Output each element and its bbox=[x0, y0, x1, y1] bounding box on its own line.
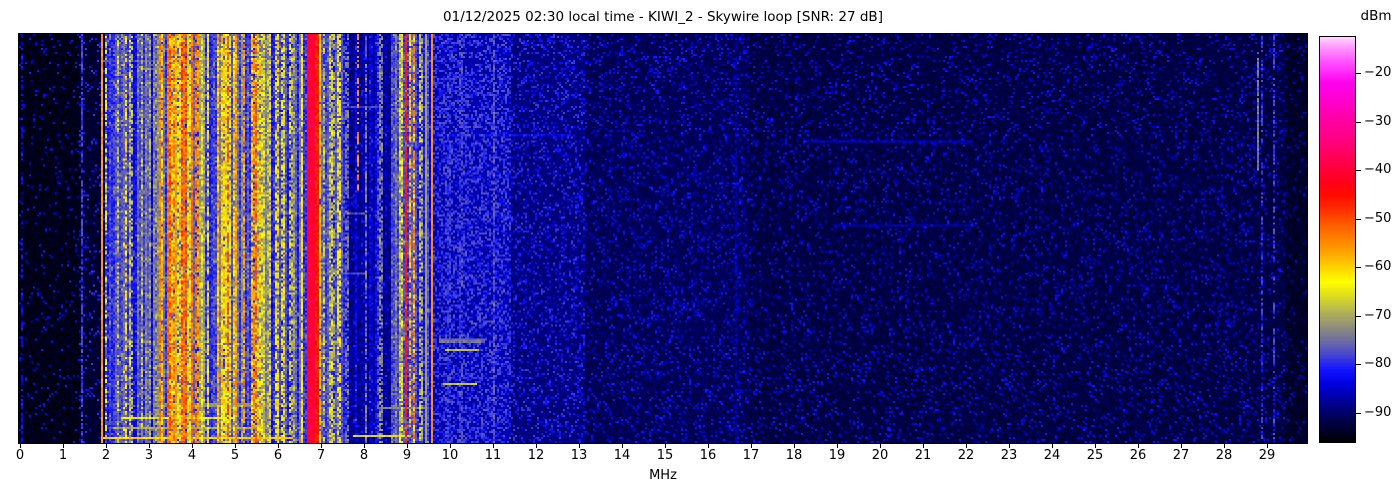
colorbar-tick-mark bbox=[1356, 413, 1361, 414]
colorbar-gradient bbox=[1320, 37, 1355, 442]
x-tick-label: 5 bbox=[231, 448, 239, 463]
colorbar-unit-label: dBm bbox=[1352, 8, 1400, 24]
colorbar-tick-label: −40 bbox=[1364, 162, 1391, 177]
x-tick-label: 24 bbox=[1044, 448, 1061, 463]
x-axis-label: MHz bbox=[19, 468, 1307, 483]
x-tick-label: 17 bbox=[743, 448, 760, 463]
x-tick-label: 22 bbox=[958, 448, 975, 463]
x-tick-label: 28 bbox=[1216, 448, 1233, 463]
x-tick-label: 6 bbox=[274, 448, 282, 463]
x-tick-label: 13 bbox=[571, 448, 588, 463]
colorbar-tick-label: −90 bbox=[1364, 405, 1391, 420]
waterfall-canvas bbox=[19, 34, 1307, 443]
colorbar-tick-label: −20 bbox=[1364, 65, 1391, 80]
x-tick-label: 18 bbox=[786, 448, 803, 463]
colorbar-tick-label: −80 bbox=[1364, 356, 1391, 371]
x-tick-label: 1 bbox=[59, 448, 67, 463]
colorbar-tick-mark bbox=[1356, 267, 1361, 268]
x-tick-label: 8 bbox=[360, 448, 368, 463]
x-tick-label: 2 bbox=[102, 448, 110, 463]
colorbar-tick-label: −70 bbox=[1364, 308, 1391, 323]
colorbar-tick-mark bbox=[1356, 73, 1361, 74]
colorbar bbox=[1319, 36, 1356, 443]
x-tick-label: 4 bbox=[188, 448, 196, 463]
colorbar-tick-label: −60 bbox=[1364, 259, 1391, 274]
x-tick-label: 0 bbox=[16, 448, 24, 463]
x-tick-label: 11 bbox=[485, 448, 502, 463]
colorbar-tick-label: −50 bbox=[1364, 211, 1391, 226]
colorbar-tick-label: −30 bbox=[1364, 114, 1391, 129]
colorbar-tick-mark bbox=[1356, 170, 1361, 171]
x-tick-label: 26 bbox=[1130, 448, 1147, 463]
colorbar-tick-mark bbox=[1356, 316, 1361, 317]
x-tick-label: 12 bbox=[528, 448, 545, 463]
x-tick-label: 16 bbox=[700, 448, 717, 463]
x-tick-label: 21 bbox=[915, 448, 932, 463]
plot-title: 01/12/2025 02:30 local time - KIWI_2 - S… bbox=[19, 9, 1307, 25]
x-tick-label: 10 bbox=[442, 448, 459, 463]
x-tick-label: 23 bbox=[1001, 448, 1018, 463]
x-tick-label: 15 bbox=[657, 448, 674, 463]
x-tick-label: 3 bbox=[145, 448, 153, 463]
x-tick-label: 19 bbox=[829, 448, 846, 463]
colorbar-tick-mark bbox=[1356, 122, 1361, 123]
x-tick-label: 14 bbox=[614, 448, 631, 463]
x-tick-label: 20 bbox=[872, 448, 889, 463]
x-tick-label: 29 bbox=[1259, 448, 1276, 463]
colorbar-tick-mark bbox=[1356, 364, 1361, 365]
waterfall-plot bbox=[18, 33, 1308, 444]
x-tick-label: 25 bbox=[1087, 448, 1104, 463]
colorbar-tick-mark bbox=[1356, 219, 1361, 220]
x-tick-label: 9 bbox=[403, 448, 411, 463]
x-tick-label: 27 bbox=[1173, 448, 1190, 463]
x-tick-label: 7 bbox=[317, 448, 325, 463]
